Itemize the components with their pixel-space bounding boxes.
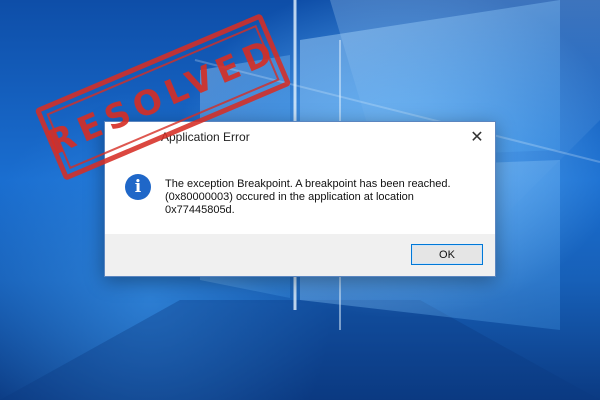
message-line: (0x80000003) occured in the application … [165,191,414,203]
ok-button[interactable]: OK [411,244,483,265]
info-icon: i [125,174,151,200]
close-icon: ✕ [470,129,484,146]
message-line: 0x77445805d. [165,204,235,216]
error-message: The exception Breakpoint. A breakpoint h… [165,178,485,217]
dialog-body: i The exception Breakpoint. A breakpoint… [105,154,495,236]
close-button[interactable]: ✕ [459,122,495,152]
message-line: The exception Breakpoint. A breakpoint h… [165,178,451,190]
application-error-dialog: Application Error ✕ i The exception Brea… [104,121,496,277]
dialog-title: Application Error [161,130,250,144]
dialog-titlebar[interactable]: Application Error ✕ [105,122,495,154]
dialog-footer: OK [105,234,495,276]
